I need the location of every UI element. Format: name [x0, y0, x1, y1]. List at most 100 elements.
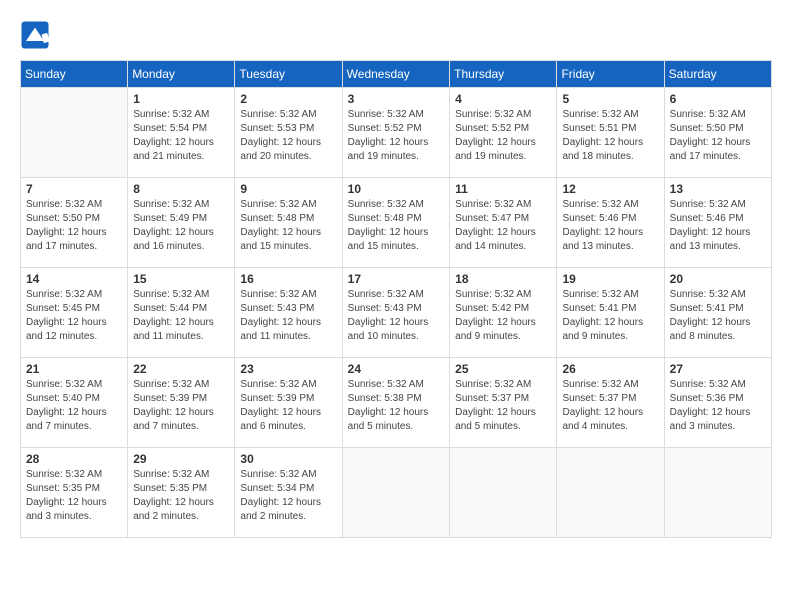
day-info: Sunrise: 5:32 AMSunset: 5:40 PMDaylight:…	[26, 378, 122, 434]
day-header-saturday: Saturday	[664, 61, 771, 88]
day-number: 30	[240, 452, 336, 466]
calendar-cell: 6 Sunrise: 5:32 AMSunset: 5:50 PMDaylight…	[664, 88, 771, 178]
day-number: 14	[26, 272, 122, 286]
day-number: 1	[133, 92, 229, 106]
calendar-cell: 26 Sunrise: 5:32 AMSunset: 5:37 PMDayligh…	[557, 358, 664, 448]
day-info: Sunrise: 5:32 AMSunset: 5:42 PMDaylight:…	[455, 288, 551, 344]
calendar-week-row: 1 Sunrise: 5:32 AMSunset: 5:54 PMDaylight…	[21, 88, 772, 178]
calendar-week-row: 14 Sunrise: 5:32 AMSunset: 5:45 PMDayligh…	[21, 268, 772, 358]
day-info: Sunrise: 5:32 AMSunset: 5:49 PMDaylight:…	[133, 198, 229, 254]
day-number: 6	[670, 92, 766, 106]
calendar-cell: 16Sunrise: 5:32 AMSunset: 5:43 PMDayligh…	[235, 268, 342, 358]
day-number: 8	[133, 182, 229, 196]
calendar-cell: 24 Sunrise: 5:32 AMSunset: 5:38 PMDayligh…	[342, 358, 450, 448]
day-number: 20	[670, 272, 766, 286]
day-info: Sunrise: 5:32 AMSunset: 5:41 PMDaylight:…	[670, 288, 766, 344]
calendar-week-row: 28 Sunrise: 5:32 AMSunset: 5:35 PMDayligh…	[21, 448, 772, 538]
day-number: 11	[455, 182, 551, 196]
calendar-cell	[664, 448, 771, 538]
header	[20, 20, 772, 50]
day-info: Sunrise: 5:32 AMSunset: 5:39 PMDaylight:…	[240, 378, 336, 434]
calendar-cell: 27 Sunrise: 5:32 AMSunset: 5:36 PMDayligh…	[664, 358, 771, 448]
day-number: 2	[240, 92, 336, 106]
day-info: Sunrise: 5:32 AMSunset: 5:47 PMDaylight:…	[455, 198, 551, 254]
day-number: 29	[133, 452, 229, 466]
day-header-friday: Friday	[557, 61, 664, 88]
day-info: Sunrise: 5:32 AMSunset: 5:50 PMDaylight:…	[670, 108, 766, 164]
calendar-cell: 5 Sunrise: 5:32 AMSunset: 5:51 PMDaylight…	[557, 88, 664, 178]
day-number: 26	[562, 362, 658, 376]
calendar-cell: 4Sunrise: 5:32 AMSunset: 5:52 PMDaylight…	[450, 88, 557, 178]
day-info: Sunrise: 5:32 AMSunset: 5:36 PMDaylight:…	[670, 378, 766, 434]
day-info: Sunrise: 5:32 AMSunset: 5:39 PMDaylight:…	[133, 378, 229, 434]
day-number: 12	[562, 182, 658, 196]
day-number: 18	[455, 272, 551, 286]
day-header-sunday: Sunday	[21, 61, 128, 88]
calendar-cell	[450, 448, 557, 538]
calendar-body: 1 Sunrise: 5:32 AMSunset: 5:54 PMDaylight…	[21, 88, 772, 538]
calendar-cell: 17 Sunrise: 5:32 AMSunset: 5:43 PMDayligh…	[342, 268, 450, 358]
day-info: Sunrise: 5:32 AMSunset: 5:52 PMDaylight:…	[348, 108, 445, 164]
day-info: Sunrise: 5:32 AMSunset: 5:48 PMDaylight:…	[240, 198, 336, 254]
day-info: Sunrise: 5:32 AMSunset: 5:54 PMDaylight:…	[133, 108, 229, 164]
calendar-cell	[21, 88, 128, 178]
day-info: Sunrise: 5:32 AMSunset: 5:41 PMDaylight:…	[562, 288, 658, 344]
day-number: 7	[26, 182, 122, 196]
day-number: 10	[348, 182, 445, 196]
calendar-cell: 9 Sunrise: 5:32 AMSunset: 5:48 PMDaylight…	[235, 178, 342, 268]
day-info: Sunrise: 5:32 AMSunset: 5:37 PMDaylight:…	[455, 378, 551, 434]
calendar-cell: 8 Sunrise: 5:32 AMSunset: 5:49 PMDaylight…	[128, 178, 235, 268]
day-info: Sunrise: 5:32 AMSunset: 5:50 PMDaylight:…	[26, 198, 122, 254]
logo-icon	[20, 20, 50, 50]
calendar-cell: 15 Sunrise: 5:32 AMSunset: 5:44 PMDayligh…	[128, 268, 235, 358]
day-number: 28	[26, 452, 122, 466]
calendar-cell: 18 Sunrise: 5:32 AMSunset: 5:42 PMDayligh…	[450, 268, 557, 358]
day-header-tuesday: Tuesday	[235, 61, 342, 88]
day-info: Sunrise: 5:32 AMSunset: 5:43 PMDaylight:…	[348, 288, 445, 344]
calendar-cell: 13 Sunrise: 5:32 AMSunset: 5:46 PMDayligh…	[664, 178, 771, 268]
calendar-week-row: 7 Sunrise: 5:32 AMSunset: 5:50 PMDaylight…	[21, 178, 772, 268]
calendar-cell	[557, 448, 664, 538]
day-info: Sunrise: 5:32 AMSunset: 5:46 PMDaylight:…	[562, 198, 658, 254]
day-info: Sunrise: 5:32 AMSunset: 5:38 PMDaylight:…	[348, 378, 445, 434]
day-number: 9	[240, 182, 336, 196]
day-info: Sunrise: 5:32 AMSunset: 5:35 PMDaylight:…	[133, 468, 229, 524]
day-number: 5	[562, 92, 658, 106]
calendar-cell: 21 Sunrise: 5:32 AMSunset: 5:40 PMDayligh…	[21, 358, 128, 448]
day-number: 23	[240, 362, 336, 376]
day-info: Sunrise: 5:32 AMSunset: 5:44 PMDaylight:…	[133, 288, 229, 344]
day-number: 27	[670, 362, 766, 376]
day-number: 13	[670, 182, 766, 196]
calendar-cell: 25 Sunrise: 5:32 AMSunset: 5:37 PMDayligh…	[450, 358, 557, 448]
day-info: Sunrise: 5:32 AMSunset: 5:35 PMDaylight:…	[26, 468, 122, 524]
calendar-table: SundayMondayTuesdayWednesdayThursdayFrid…	[20, 60, 772, 538]
calendar-cell: 19 Sunrise: 5:32 AMSunset: 5:41 PMDayligh…	[557, 268, 664, 358]
calendar-cell: 11 Sunrise: 5:32 AMSunset: 5:47 PMDayligh…	[450, 178, 557, 268]
day-number: 21	[26, 362, 122, 376]
day-number: 3	[348, 92, 445, 106]
day-info: Sunrise: 5:32 AMSunset: 5:37 PMDaylight:…	[562, 378, 658, 434]
day-info: Sunrise: 5:32 AMSunset: 5:34 PMDaylight:…	[240, 468, 336, 524]
calendar-cell: 28 Sunrise: 5:32 AMSunset: 5:35 PMDayligh…	[21, 448, 128, 538]
day-number: 17	[348, 272, 445, 286]
day-info: Sunrise: 5:32 AMSunset: 5:53 PMDaylight:…	[240, 108, 336, 164]
day-number: 15	[133, 272, 229, 286]
day-info: Sunrise: 5:32 AMSunset: 5:43 PMDaylight:…	[240, 288, 336, 344]
day-info: Sunrise: 5:32 AMSunset: 5:51 PMDaylight:…	[562, 108, 658, 164]
calendar-week-row: 21 Sunrise: 5:32 AMSunset: 5:40 PMDayligh…	[21, 358, 772, 448]
day-number: 4	[455, 92, 551, 106]
calendar-cell: 29 Sunrise: 5:32 AMSunset: 5:35 PMDayligh…	[128, 448, 235, 538]
day-number: 24	[348, 362, 445, 376]
calendar-cell: 12 Sunrise: 5:32 AMSunset: 5:46 PMDayligh…	[557, 178, 664, 268]
day-info: Sunrise: 5:32 AMSunset: 5:46 PMDaylight:…	[670, 198, 766, 254]
calendar-cell: 10 Sunrise: 5:32 AMSunset: 5:48 PMDayligh…	[342, 178, 450, 268]
calendar-cell: 2 Sunrise: 5:32 AMSunset: 5:53 PMDaylight…	[235, 88, 342, 178]
day-number: 19	[562, 272, 658, 286]
calendar-cell: 23 Sunrise: 5:32 AMSunset: 5:39 PMDayligh…	[235, 358, 342, 448]
day-info: Sunrise: 5:32 AMSunset: 5:45 PMDaylight:…	[26, 288, 122, 344]
day-info: Sunrise: 5:32 AMSunset: 5:48 PMDaylight:…	[348, 198, 445, 254]
calendar-header-row: SundayMondayTuesdayWednesdayThursdayFrid…	[21, 61, 772, 88]
day-number: 25	[455, 362, 551, 376]
day-header-monday: Monday	[128, 61, 235, 88]
calendar-cell: 20 Sunrise: 5:32 AMSunset: 5:41 PMDayligh…	[664, 268, 771, 358]
